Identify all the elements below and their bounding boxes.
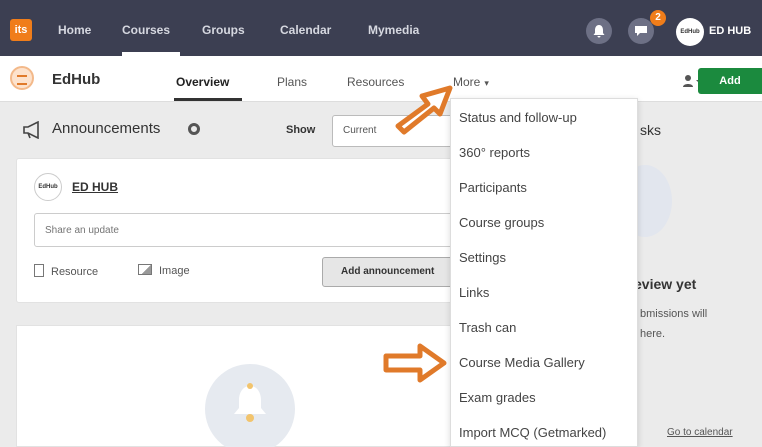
arrow-icon bbox=[395, 85, 453, 135]
resource-button[interactable]: Resource bbox=[34, 264, 98, 278]
menu-item-exam-grades[interactable]: Exam grades bbox=[459, 390, 536, 405]
menu-item-settings[interactable]: Settings bbox=[459, 250, 506, 265]
file-icon bbox=[34, 264, 44, 277]
show-label: Show bbox=[286, 124, 316, 136]
top-navigation: its Home Courses Groups Calendar Mymedia… bbox=[0, 0, 762, 56]
image-icon bbox=[138, 264, 152, 275]
resource-label: Resource bbox=[51, 266, 99, 278]
menu-item-course-media-gallery[interactable]: Course Media Gallery bbox=[459, 355, 585, 370]
bell-icon bbox=[234, 383, 266, 422]
menu-item-import-mcq[interactable]: Import MCQ (Getmarked) bbox=[459, 425, 606, 440]
arrow-icon bbox=[383, 343, 447, 383]
review-empty-text: bmissions will here. bbox=[640, 304, 707, 344]
nav-mymedia[interactable]: Mymedia bbox=[368, 23, 419, 37]
avatar[interactable]: EdHub bbox=[676, 18, 704, 46]
image-button[interactable]: Image bbox=[138, 264, 190, 277]
add-button[interactable]: Add bbox=[698, 68, 762, 94]
empty-state-illustration bbox=[205, 364, 295, 447]
tab-overview[interactable]: Overview bbox=[176, 75, 229, 89]
review-text-line-2: here. bbox=[640, 328, 666, 340]
tasks-title: sks bbox=[640, 122, 661, 138]
gear-icon[interactable] bbox=[188, 123, 200, 135]
menu-item-status[interactable]: Status and follow-up bbox=[459, 110, 577, 125]
chevron-down-icon: ▾ bbox=[484, 78, 489, 88]
nav-groups[interactable]: Groups bbox=[202, 23, 245, 37]
go-to-calendar-link[interactable]: Go to calendar bbox=[667, 427, 733, 438]
bell-icon bbox=[593, 25, 605, 38]
course-header: EdHub Overview Plans Resources More ▾ Add bbox=[0, 56, 762, 102]
notification-badge: 2 bbox=[650, 10, 666, 26]
nav-calendar[interactable]: Calendar bbox=[280, 23, 331, 37]
menu-item-participants[interactable]: Participants bbox=[459, 180, 527, 195]
review-text-line-1: bmissions will bbox=[640, 308, 708, 320]
course-icon bbox=[10, 66, 34, 90]
author-avatar: EdHub bbox=[34, 173, 62, 201]
megaphone-icon bbox=[23, 121, 39, 139]
menu-item-links[interactable]: Links bbox=[459, 285, 489, 300]
active-tab-indicator bbox=[174, 98, 242, 101]
author-name[interactable]: ED HUB bbox=[72, 180, 118, 194]
menu-item-trash-can[interactable]: Trash can bbox=[459, 320, 516, 335]
notifications-button[interactable] bbox=[586, 18, 612, 44]
menu-item-360-reports[interactable]: 360° reports bbox=[459, 145, 530, 160]
nav-courses[interactable]: Courses bbox=[122, 23, 170, 37]
chat-icon bbox=[635, 26, 647, 36]
image-label: Image bbox=[159, 265, 190, 277]
announcements-title: Announcements bbox=[52, 120, 161, 137]
tab-plans[interactable]: Plans bbox=[277, 75, 307, 89]
user-name[interactable]: ED HUB bbox=[709, 25, 751, 37]
tab-more-label: More bbox=[453, 75, 481, 89]
menu-item-course-groups[interactable]: Course groups bbox=[459, 215, 544, 230]
review-empty-title: eview yet bbox=[634, 276, 697, 292]
add-announcement-button[interactable]: Add announcement bbox=[322, 257, 458, 287]
nav-home[interactable]: Home bbox=[58, 23, 91, 37]
course-title[interactable]: EdHub bbox=[52, 71, 100, 88]
logo-icon[interactable]: its bbox=[10, 19, 32, 41]
share-update-input[interactable] bbox=[34, 213, 458, 247]
tab-more[interactable]: More ▾ bbox=[453, 75, 489, 89]
